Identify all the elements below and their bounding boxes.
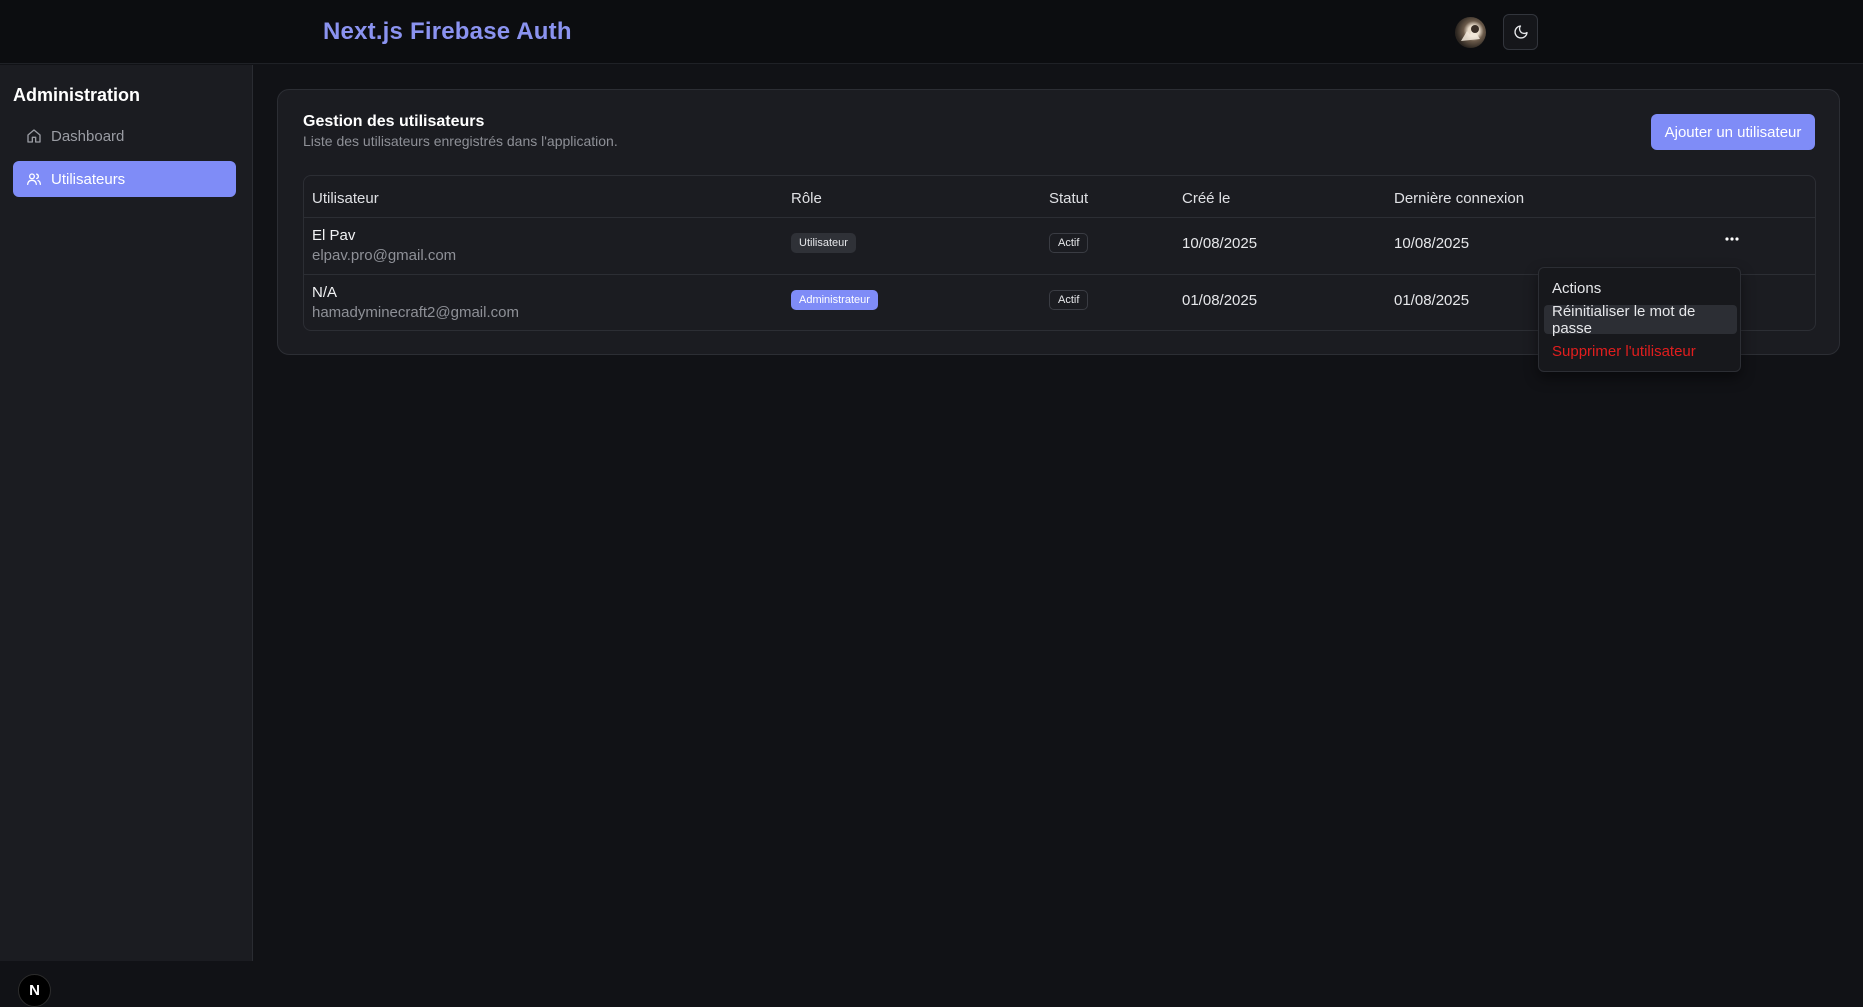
divider	[304, 217, 1815, 218]
delete-user-menu-item[interactable]: Supprimer l'utilisateur	[1544, 337, 1737, 366]
more-horizontal-icon	[1725, 237, 1739, 241]
avatar[interactable]	[1455, 17, 1486, 48]
last-login-date: 10/08/2025	[1394, 235, 1470, 252]
app-brand[interactable]: Next.js Firebase Auth	[323, 18, 572, 46]
menu-label: Actions	[1552, 280, 1602, 297]
role-badge: Administrateur	[791, 290, 878, 310]
status-badge: Actif	[1049, 290, 1089, 310]
moon-icon	[1513, 25, 1528, 39]
user-email: elpav.pro@gmail.com	[312, 247, 457, 264]
column-header-user: Utilisateur	[312, 190, 379, 207]
top-bar: Next.js Firebase Auth	[0, 0, 1863, 64]
created-date: 01/08/2025	[1182, 292, 1258, 309]
sidebar-item-label: Dashboard	[51, 127, 125, 145]
row-actions-button[interactable]	[1722, 231, 1742, 247]
sidebar-item-users[interactable]: Utilisateurs	[13, 161, 236, 197]
card-subtitle: Liste des utilisateurs enregistrés dans …	[303, 133, 618, 149]
role-badge: Utilisateur	[791, 233, 856, 253]
card-title: Gestion des utilisateurs	[303, 113, 485, 130]
sidebar-item-dashboard[interactable]: Dashboard	[13, 118, 236, 154]
users-icon	[27, 173, 41, 185]
column-header-status: Statut	[1049, 190, 1089, 207]
theme-toggle-button[interactable]	[1503, 14, 1538, 50]
sidebar-title: Administration	[13, 85, 141, 105]
column-header-created: Créé le	[1182, 190, 1231, 207]
column-header-role: Rôle	[791, 190, 822, 207]
sidebar: Administration Dashboard Utilisateurs N	[0, 65, 253, 1007]
last-login-date: 01/08/2025	[1394, 292, 1470, 309]
home-icon	[27, 129, 41, 143]
avatar-image	[1461, 25, 1480, 41]
user-email: hamadyminecraft2@gmail.com	[312, 304, 519, 321]
nextjs-logo-icon[interactable]: N	[18, 974, 51, 1007]
column-header-last-login: Dernière connexion	[1394, 190, 1525, 207]
row-actions-menu: Actions Réinitialiser le mot de passe Su…	[1538, 267, 1741, 372]
user-name: El Pav	[312, 227, 356, 244]
user-name: N/A	[312, 284, 338, 301]
reset-password-menu-item[interactable]: Réinitialiser le mot de passe	[1544, 303, 1737, 337]
created-date: 10/08/2025	[1182, 235, 1258, 252]
sidebar-item-label: Utilisateurs	[51, 170, 126, 188]
add-user-button[interactable]: Ajouter un utilisateur	[1651, 114, 1815, 150]
status-badge: Actif	[1049, 233, 1089, 253]
